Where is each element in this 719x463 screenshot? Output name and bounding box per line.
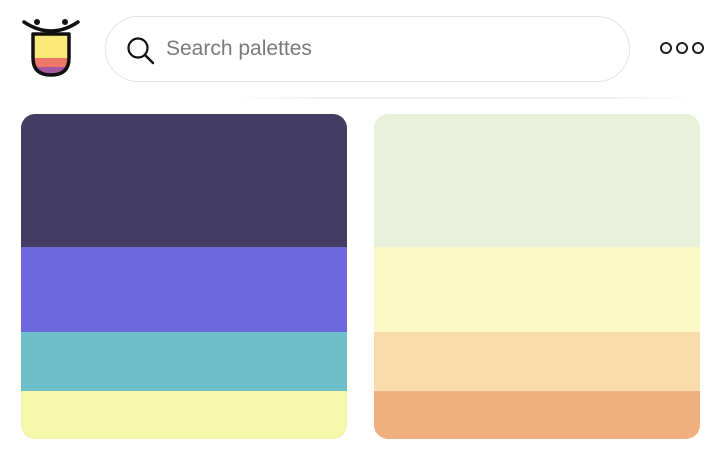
logo-icon[interactable] (22, 18, 80, 78)
color-swatch[interactable] (21, 114, 347, 247)
color-swatch[interactable] (21, 332, 347, 391)
search-input[interactable] (166, 17, 606, 81)
search-bar[interactable] (105, 16, 630, 82)
search-icon (127, 37, 155, 65)
color-swatch[interactable] (374, 332, 700, 391)
more-dot (676, 42, 688, 54)
color-swatch[interactable] (21, 247, 347, 332)
color-swatch[interactable] (374, 247, 700, 332)
more-dot (660, 42, 672, 54)
more-options-icon[interactable] (660, 40, 704, 56)
header-divider (230, 97, 700, 99)
color-swatch[interactable] (21, 391, 347, 439)
header (0, 0, 719, 100)
color-swatch[interactable] (374, 391, 700, 439)
palette-card[interactable] (21, 114, 347, 439)
palette-card[interactable] (374, 114, 700, 439)
color-swatch[interactable] (374, 114, 700, 247)
more-dot (692, 42, 704, 54)
